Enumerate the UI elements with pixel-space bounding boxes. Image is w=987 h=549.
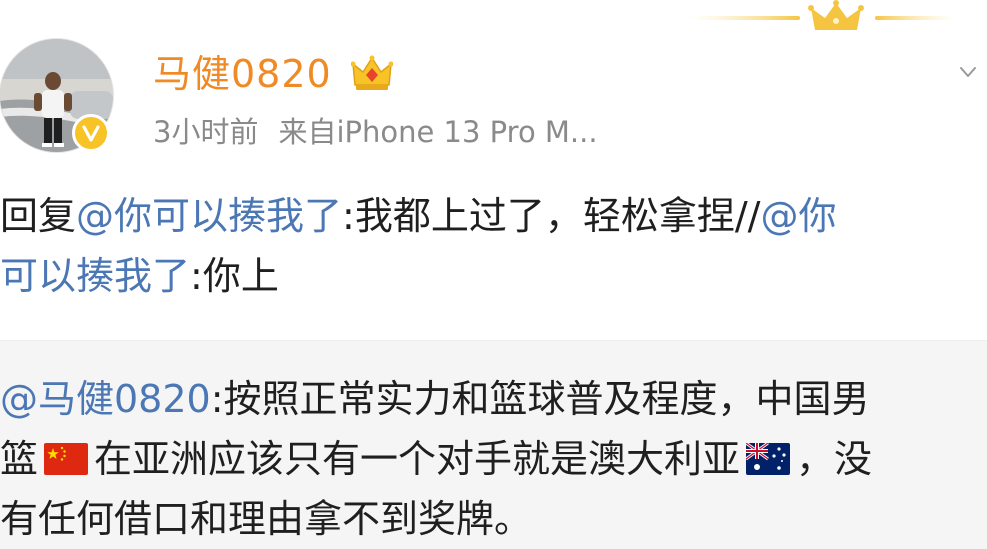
mention-link[interactable]: @你可以揍我了 (76, 194, 342, 238)
reply-prefix: 回复 (0, 194, 77, 238)
crown-banner-icon (690, 0, 955, 30)
post-text: 回复@你可以揍我了:我都上过了，轻松拿捏//@你 可以揍我了:你上 (0, 188, 987, 308)
post-meta: 3小时前 来自iPhone 13 Pro M... (153, 113, 598, 151)
post-text-line-2: 可以揍我了:你上 (0, 248, 279, 304)
australia-flag-icon (746, 442, 791, 475)
post-text-line-1: 回复@你可以揍我了:我都上过了，轻松拿捏//@你 (0, 188, 836, 244)
mention-link[interactable]: 可以揍我了 (0, 254, 190, 298)
reply-text: :我都上过了，轻松拿捏// (342, 194, 761, 238)
username[interactable]: 马健0820 (153, 50, 332, 98)
repost-box[interactable]: @马健0820:按照正常实力和篮球普及程度，中国男 篮 在亚洲应该只有一个对手就… (0, 340, 987, 549)
vip-crown-icon (351, 55, 393, 90)
mention-link[interactable]: @你 (760, 194, 836, 238)
reply-text: :你上 (190, 254, 279, 298)
chevron-down-icon[interactable] (958, 62, 978, 82)
china-flag-icon (44, 442, 89, 475)
weibo-post: 马健0820 3小时前 来自iPhone 13 Pro M... 回复@你可以揍我… (0, 0, 987, 549)
mention-link[interactable]: @马健0820 (0, 377, 211, 421)
repost-text: 篮 (0, 437, 39, 481)
repost-line-3: 有任何借口和理由拿不到奖牌。 (0, 493, 532, 545)
post-source: 来自iPhone 13 Pro M... (278, 115, 598, 149)
repost-text: ，没 (796, 437, 873, 481)
repost-line-2: 篮 在亚洲应该只有一个对手就是澳大利亚 ，没 (0, 433, 872, 485)
repost-text: :按照正常实力和篮球普及程度，中国男 (210, 377, 870, 421)
repost-line-1: @马健0820:按照正常实力和篮球普及程度，中国男 (0, 373, 870, 425)
post-time: 3小时前 (153, 115, 259, 149)
repost-text: 有任何借口和理由拿不到奖牌。 (0, 497, 533, 541)
verified-badge-icon (72, 114, 110, 152)
repost-text: 在亚洲应该只有一个对手就是澳大利亚 (94, 437, 741, 481)
